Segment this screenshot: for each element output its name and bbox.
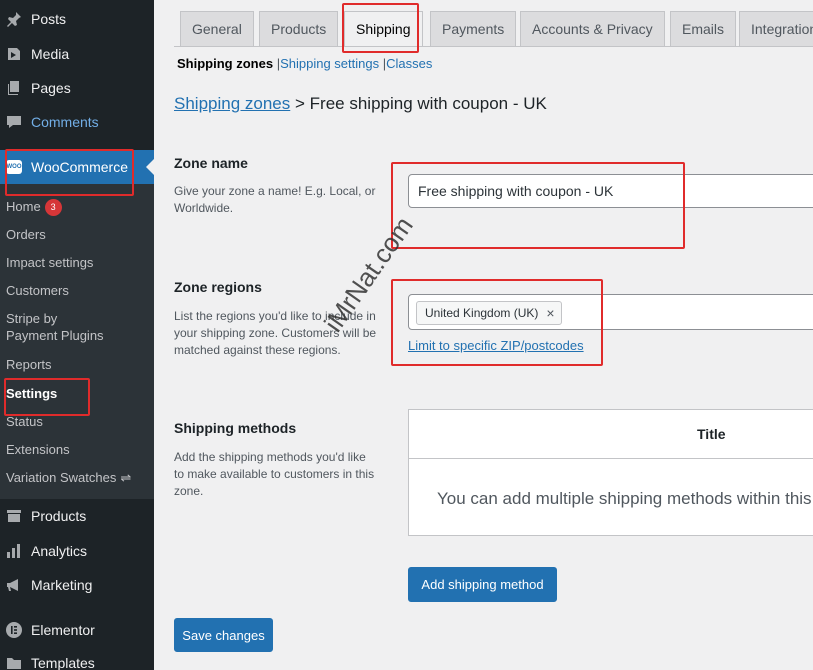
menu-elementor[interactable]: Elementor: [0, 613, 154, 647]
menu-elementor-label: Elementor: [31, 622, 95, 638]
submenu-stripe-line1: Stripe by: [6, 311, 58, 326]
submenu-home-label: Home: [6, 199, 41, 214]
submenu-variation-swatches[interactable]: Variation Swatches ⇌: [6, 469, 131, 486]
menu-posts[interactable]: Posts: [0, 2, 154, 36]
menu-products-label: Products: [31, 508, 87, 524]
column-title: Title: [697, 426, 726, 442]
subnav-shipping-zones[interactable]: Shipping zones: [177, 56, 273, 71]
subnav-classes[interactable]: Classes: [386, 56, 432, 71]
submenu-settings[interactable]: Settings: [6, 385, 57, 402]
tab-payments[interactable]: Payments: [430, 11, 517, 46]
menu-templates[interactable]: Templates: [0, 646, 154, 670]
megaphone-icon: [6, 577, 22, 593]
breadcrumb-separator: >: [295, 94, 305, 113]
submenu-variation-swatches-label: Variation Swatches: [6, 470, 117, 485]
empty-state-text: You can add multiple shipping methods wi…: [437, 489, 812, 508]
menu-comments[interactable]: Comments: [0, 105, 154, 139]
menu-pages[interactable]: Pages: [0, 71, 154, 105]
menu-woocommerce[interactable]: WOO WooCommerce: [0, 150, 154, 184]
tab-shipping[interactable]: Shipping: [344, 11, 423, 46]
menu-media[interactable]: Media: [0, 37, 154, 71]
woo-logo-icon: WOO: [6, 160, 22, 174]
comment-icon: [6, 114, 22, 130]
save-changes-button[interactable]: Save changes: [174, 618, 273, 652]
menu-posts-label: Posts: [31, 11, 67, 27]
shipping-methods-description: Add the shipping methods you'd like to m…: [174, 450, 375, 498]
shipping-methods-table: Title You can add multiple shipping meth…: [408, 409, 813, 536]
region-chip-label: United Kingdom (UK): [425, 306, 539, 320]
page-title: Shipping zones > Free shipping with coup…: [174, 94, 547, 114]
submenu-status[interactable]: Status: [6, 413, 43, 430]
zone-title: Free shipping with coupon - UK: [309, 94, 547, 113]
submenu-extensions[interactable]: Extensions: [6, 441, 70, 458]
limit-postcodes-link[interactable]: Limit to specific ZIP/postcodes: [408, 338, 584, 353]
menu-media-label: Media: [31, 46, 70, 62]
submenu-stripe[interactable]: Stripe by Payment Plugins: [6, 310, 104, 344]
tab-accounts-privacy[interactable]: Accounts & Privacy: [520, 11, 665, 46]
media-icon: [6, 46, 22, 62]
menu-products[interactable]: Products: [0, 499, 154, 533]
woocommerce-submenu: Home 3 Orders Impact settings Customers S…: [0, 184, 154, 499]
tab-general[interactable]: General: [180, 11, 254, 46]
menu-comments-label: Comments: [31, 114, 99, 130]
tabs-divider: [174, 46, 813, 47]
notification-badge: 3: [44, 199, 62, 217]
menu-analytics[interactable]: Analytics: [0, 534, 154, 568]
subnav-shipping-settings[interactable]: Shipping settings: [280, 56, 379, 71]
remove-region-icon[interactable]: ×: [546, 305, 554, 321]
menu-templates-label: Templates: [31, 655, 95, 670]
tab-integration[interactable]: Integration: [739, 11, 813, 46]
folder-icon: [6, 655, 22, 670]
menu-pages-label: Pages: [31, 80, 71, 96]
admin-sidebar: Posts Media Pages Comments WOO WooCommer…: [0, 0, 154, 670]
submenu-customers[interactable]: Customers: [6, 282, 69, 299]
tab-products[interactable]: Products: [259, 11, 339, 46]
region-chip: United Kingdom (UK) ×: [416, 301, 562, 325]
zone-regions-title: Zone regions: [174, 279, 262, 295]
menu-marketing[interactable]: Marketing: [0, 568, 154, 602]
pushpin-icon: [6, 11, 22, 27]
zone-regions-select[interactable]: United Kingdom (UK) ×: [408, 294, 813, 330]
submenu-reports[interactable]: Reports: [6, 356, 52, 373]
submenu-orders[interactable]: Orders: [6, 226, 46, 243]
bar-chart-icon: [6, 543, 22, 559]
submenu-stripe-line2: Payment Plugins: [6, 328, 104, 343]
swatch-icon: ⇌: [120, 470, 132, 485]
zone-name-input[interactable]: Free shipping with coupon - UK: [408, 174, 813, 208]
zone-name-title: Zone name: [174, 155, 248, 171]
submenu-home[interactable]: Home 3: [6, 198, 62, 217]
table-header: Title: [409, 410, 813, 459]
tab-emails[interactable]: Emails: [670, 11, 737, 46]
menu-marketing-label: Marketing: [31, 577, 93, 593]
shipping-subnav: Shipping zones |Shipping settings |Class…: [177, 56, 432, 71]
current-menu-arrow: [146, 159, 154, 175]
zone-name-description: Give your zone a name! E.g. Local, or Wo…: [174, 184, 376, 215]
menu-analytics-label: Analytics: [31, 543, 88, 559]
elementor-icon: [6, 622, 22, 638]
shipping-methods-title: Shipping methods: [174, 420, 297, 436]
archive-icon: [6, 508, 22, 524]
add-shipping-method-button[interactable]: Add shipping method: [408, 567, 557, 602]
menu-woocommerce-label: WooCommerce: [31, 159, 128, 175]
breadcrumb-shipping-zones-link[interactable]: Shipping zones: [174, 94, 290, 113]
submenu-impact-settings[interactable]: Impact settings: [6, 254, 93, 271]
pages-icon: [6, 80, 22, 96]
